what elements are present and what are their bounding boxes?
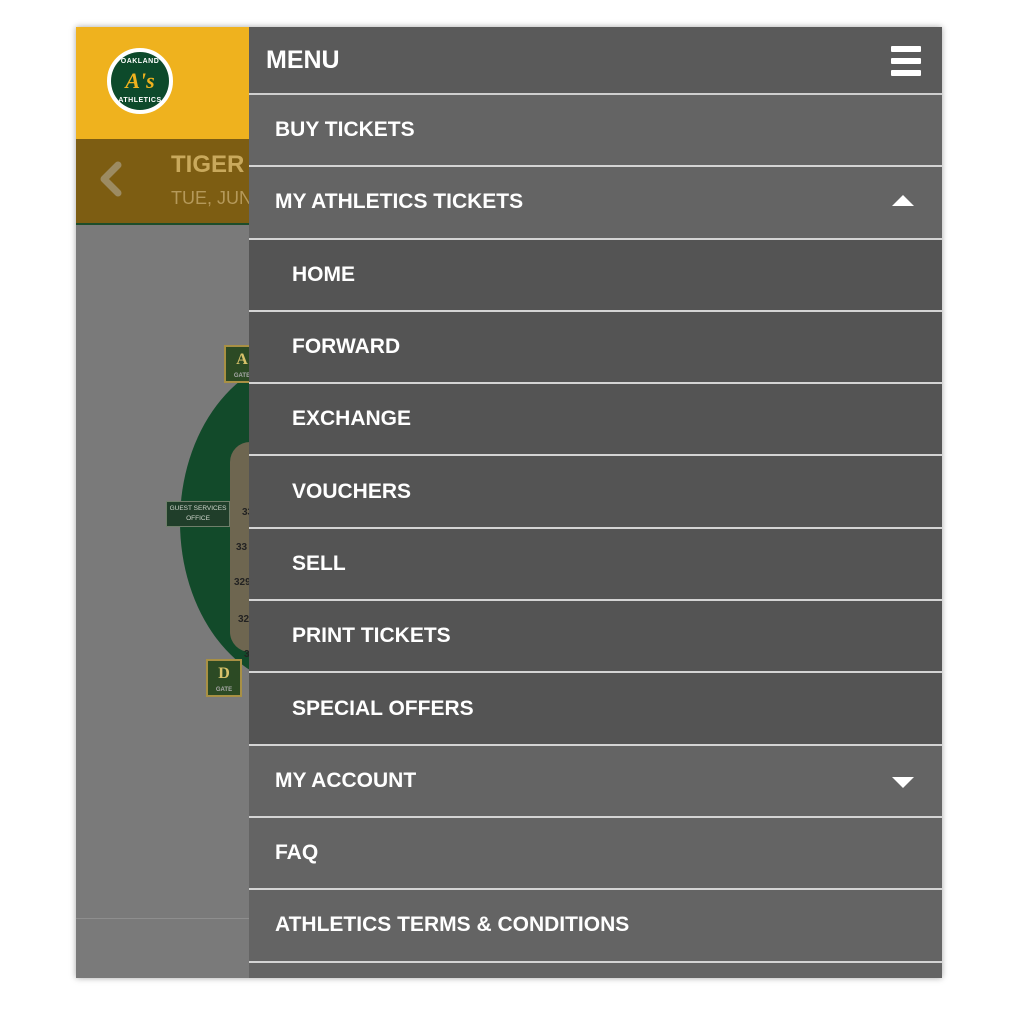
menu-item-label: PRINT TICKETS [292,624,451,648]
caret-up-icon [892,195,914,207]
menu-item-faq[interactable]: FAQ [249,817,942,891]
hamburger-bar [891,46,921,52]
menu-item-label: FORWARD [292,335,401,359]
gate-d-letter: D [218,665,230,682]
athletics-logo[interactable]: OAKLAND A's ATHLETICS [104,45,176,117]
submenu-item-exchange[interactable]: EXCHANGE [249,384,942,457]
submenu-item-home[interactable]: HOME [249,239,942,312]
menu-item-buy-tickets[interactable]: BUY TICKETS [249,95,942,168]
footer-divider [76,918,249,919]
menu-item-terms-conditions[interactable]: ATHLETICS TERMS & CONDITIONS [249,890,942,963]
gate-d-sublabel: GATE [215,687,233,693]
menu-header: MENU [249,27,942,95]
logo-bottom-text: ATHLETICS [118,97,162,104]
section-label[interactable]: 33 [236,542,247,553]
logo-emblem: OAKLAND A's ATHLETICS [111,52,169,110]
menu-item-label: MY ATHLETICS TICKETS [275,190,524,214]
submenu-item-special-offers[interactable]: SPECIAL OFFERS [249,673,942,746]
menu-item-label: BUY TICKETS [275,118,415,142]
submenu-item-print-tickets[interactable]: PRINT TICKETS [249,601,942,674]
menu-item-label: EXCHANGE [292,407,412,431]
menu-item-my-account[interactable]: MY ACCOUNT [249,745,942,818]
menu-list: BUY TICKETS MY ATHLETICS TICKETS HOME FO… [249,95,942,963]
menu-item-label: ATHLETICS TERMS & CONDITIONS [275,913,630,937]
logo-letters: A's [125,68,155,93]
section-label[interactable]: 32 [238,614,249,625]
hamburger-bar [891,58,921,64]
submenu-item-forward[interactable]: FORWARD [249,311,942,385]
menu-item-label: SELL [292,551,346,575]
menu-item-label: HOME [292,262,355,286]
chevron-left-icon[interactable] [96,161,126,197]
hamburger-bar [891,70,921,76]
guest-services-label[interactable]: GUEST SERVICES OFFICE [166,501,230,527]
menu-title: MENU [266,46,340,74]
menu-item-label: SPECIAL OFFERS [292,696,474,720]
event-date: TUE, JUN [171,188,252,208]
menu-item-label: VOUCHERS [292,479,412,503]
app-frame: OAKLAND A's ATHLETICS TIGER TUE, JUN 33 … [76,27,942,978]
menu-item-label: MY ACCOUNT [275,768,417,792]
hamburger-icon[interactable] [891,46,921,76]
menu-item-label: FAQ [275,841,319,865]
gate-a-letter: A [236,351,248,368]
logo-top-text: OAKLAND [120,58,160,65]
event-title: TIGER [171,151,245,178]
menu-item-my-athletics-tickets[interactable]: MY ATHLETICS TICKETS [249,167,942,240]
gate-d-marker[interactable]: D GATE [206,659,242,697]
submenu-item-sell[interactable]: SELL [249,528,942,602]
side-menu: MENU BUY TICKETS MY ATHLETICS TICKETS HO… [249,27,942,978]
submenu-item-vouchers[interactable]: VOUCHERS [249,456,942,529]
caret-down-icon [892,776,914,788]
